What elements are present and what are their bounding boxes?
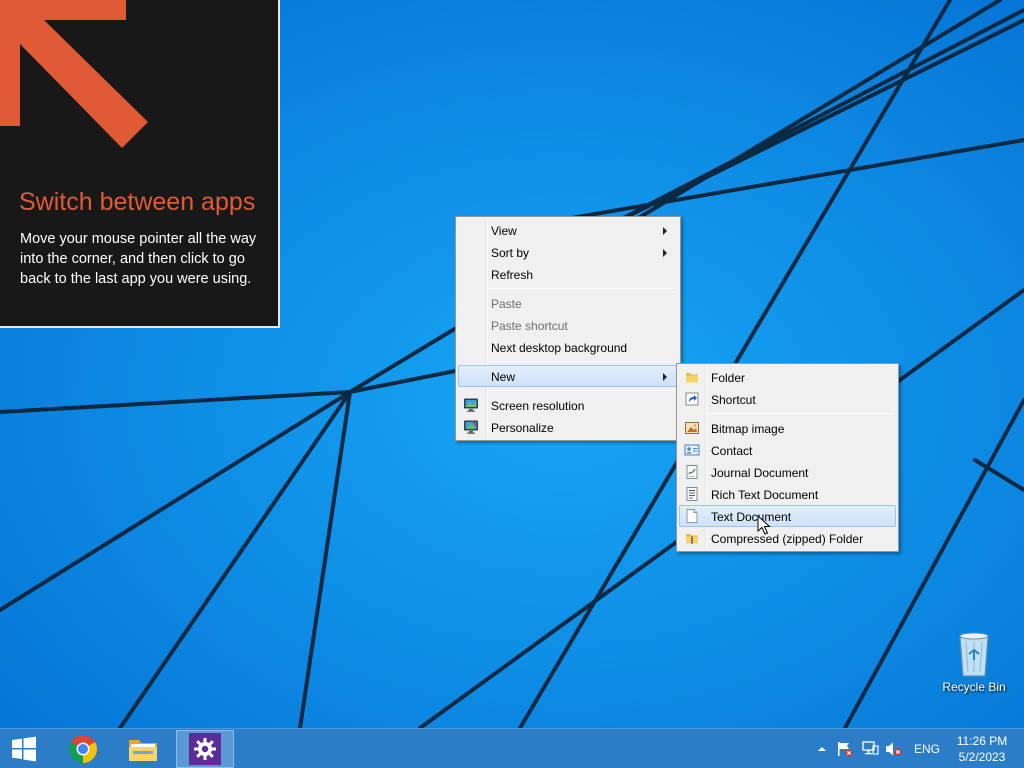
menu-item-label: Contact (711, 444, 753, 458)
menu-item-label: Paste shortcut (491, 319, 568, 333)
menu-item-paste: Paste (458, 292, 678, 314)
action-center-flag-icon (838, 742, 853, 757)
action-center-button[interactable] (836, 730, 854, 768)
menu-item-label: Screen resolution (491, 399, 585, 413)
input-language-button[interactable]: ENG (912, 730, 942, 768)
submenu-arrow-icon (663, 373, 667, 381)
menu-item-label: Rich Text Document (711, 488, 819, 502)
recycle-bin[interactable]: Recycle Bin (938, 630, 1010, 694)
menu-item-view[interactable]: View (458, 219, 678, 241)
zip-folder-icon (686, 534, 698, 544)
clock-time: 11:26 PM (956, 734, 1008, 748)
personalize-icon (464, 420, 478, 434)
rich-text-icon (686, 487, 698, 501)
new-submenu: Folder Shortcut Bitmap image Contact Jou… (676, 363, 899, 552)
contact-icon (684, 444, 700, 456)
menu-item-label: Folder (711, 371, 746, 385)
network-button[interactable] (861, 730, 879, 768)
menu-item-label: Text Document (711, 510, 792, 524)
chevron-up-icon (818, 747, 826, 751)
desktop[interactable]: Switch between apps Move your mouse poin… (0, 0, 1024, 728)
start-button[interactable] (0, 730, 48, 768)
recycle-bin-label: Recycle Bin (942, 680, 1006, 694)
folder-icon (686, 373, 698, 383)
new-item-journal-document[interactable]: Journal Document (679, 461, 896, 483)
menu-item-next-desktop-background[interactable]: Next desktop background (458, 336, 678, 358)
menu-item-screen-resolution[interactable]: Screen resolution (458, 394, 678, 416)
menu-item-label: View (491, 224, 517, 238)
menu-item-label: Paste (491, 297, 522, 311)
tip-title: Switch between apps (19, 188, 256, 216)
new-item-shortcut[interactable]: Shortcut (679, 388, 896, 410)
shortcut-icon (685, 392, 699, 406)
taskbar-chrome[interactable] (54, 730, 112, 768)
menu-item-label: Journal Document (711, 466, 809, 480)
menu-separator (488, 390, 676, 391)
arrow-up-left-icon (0, 0, 148, 148)
submenu-arrow-icon (663, 227, 667, 235)
journal-icon (686, 465, 698, 479)
menu-separator (707, 413, 894, 414)
taskbar-settings[interactable] (176, 730, 234, 768)
volume-button[interactable] (885, 730, 903, 768)
menu-item-sort-by[interactable]: Sort by (458, 241, 678, 263)
new-item-text-document[interactable]: Text Document (679, 505, 896, 527)
network-icon (862, 741, 879, 755)
settings-icon (194, 738, 216, 760)
clock[interactable]: 11:26 PM 5/2/2023 (950, 733, 1014, 765)
display-icon (464, 398, 478, 412)
menu-item-label: Bitmap image (711, 422, 785, 436)
menu-item-refresh[interactable]: Refresh (458, 263, 678, 285)
tip-body: Move your mouse pointer all the way into… (20, 231, 257, 287)
submenu-arrow-icon (663, 249, 667, 257)
start-icon (12, 736, 36, 762)
menu-item-label: Sort by (491, 246, 530, 260)
menu-item-label: Refresh (491, 268, 534, 282)
volume-muted-icon (886, 742, 902, 756)
menu-separator (488, 361, 676, 362)
mouse-pointer-icon (757, 515, 771, 535)
clock-date: 5/2/2023 (958, 750, 1006, 764)
menu-item-label: New (491, 370, 516, 384)
desktop-context-menu: View Sort by Refresh Paste Paste shortcu… (455, 216, 681, 441)
text-document-icon (686, 509, 698, 523)
new-item-bitmap-image[interactable]: Bitmap image (679, 417, 896, 439)
menu-item-label: Personalize (491, 421, 554, 435)
taskbar: ENG 11:26 PM 5/2/2023 (0, 728, 1024, 768)
file-explorer-icon (129, 740, 157, 761)
chrome-icon (69, 735, 97, 763)
bitmap-icon (685, 422, 699, 434)
menu-item-label: Shortcut (711, 393, 756, 407)
recycle-bin-icon (959, 632, 989, 677)
new-item-folder[interactable]: Folder (679, 366, 896, 388)
settings-tile (189, 733, 221, 765)
menu-item-label: Compressed (zipped) Folder (711, 532, 864, 546)
menu-item-new[interactable]: New (458, 365, 678, 387)
menu-item-label: Next desktop background (491, 341, 628, 355)
tip-panel: Switch between apps Move your mouse poin… (0, 0, 280, 328)
new-item-rich-text-document[interactable]: Rich Text Document (679, 483, 896, 505)
show-hidden-icons-button[interactable] (815, 730, 829, 768)
new-item-contact[interactable]: Contact (679, 439, 896, 461)
menu-separator (488, 288, 676, 289)
menu-item-paste-shortcut: Paste shortcut (458, 314, 678, 336)
new-item-compressed-folder[interactable]: Compressed (zipped) Folder (679, 527, 896, 549)
menu-item-personalize[interactable]: Personalize (458, 416, 678, 438)
taskbar-file-explorer[interactable] (114, 730, 172, 768)
